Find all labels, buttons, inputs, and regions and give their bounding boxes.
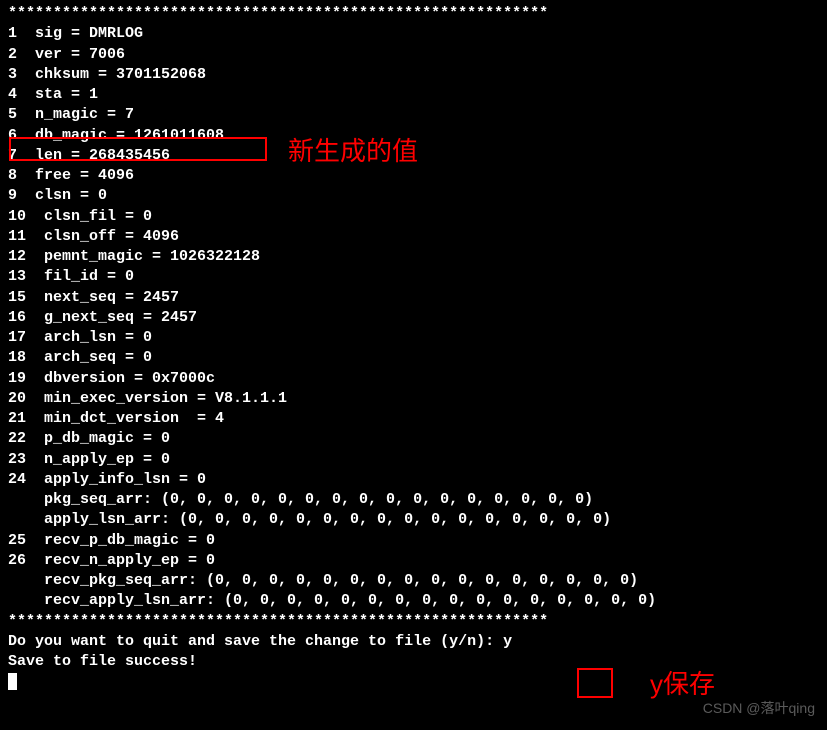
watermark: CSDN @落叶qing (703, 699, 815, 718)
prompt-answer[interactable]: y (503, 633, 512, 650)
separator-top: ****************************************… (8, 4, 819, 24)
output-line: 25 recv_p_db_magic = 0 (8, 531, 819, 551)
output-line: 24 apply_info_lsn = 0 (8, 470, 819, 490)
separator-bottom: ****************************************… (8, 612, 819, 632)
annotation-save: y保存 (650, 667, 715, 702)
output-line: 26 recv_n_apply_ep = 0 (8, 551, 819, 571)
output-line: 20 min_exec_version = V8.1.1.1 (8, 389, 819, 409)
output-line: 10 clsn_fil = 0 (8, 207, 819, 227)
output-line: 19 dbversion = 0x7000c (8, 369, 819, 389)
output-line: 17 arch_lsn = 0 (8, 328, 819, 348)
output-line: 22 p_db_magic = 0 (8, 429, 819, 449)
output-line: 3 chksum = 3701152068 (8, 65, 819, 85)
output-line: apply_lsn_arr: (0, 0, 0, 0, 0, 0, 0, 0, … (8, 510, 819, 530)
output-line: recv_apply_lsn_arr: (0, 0, 0, 0, 0, 0, 0… (8, 591, 819, 611)
prompt-line[interactable]: Do you want to quit and save the change … (8, 632, 819, 652)
output-line: 4 sta = 1 (8, 85, 819, 105)
output-line: 18 arch_seq = 0 (8, 348, 819, 368)
output-line: 13 fil_id = 0 (8, 267, 819, 287)
output-line: recv_pkg_seq_arr: (0, 0, 0, 0, 0, 0, 0, … (8, 571, 819, 591)
output-line: 9 clsn = 0 (8, 186, 819, 206)
cursor-icon (8, 673, 17, 690)
output-line: 2 ver = 7006 (8, 45, 819, 65)
output-line: 16 g_next_seq = 2457 (8, 308, 819, 328)
output-line: 12 pemnt_magic = 1026322128 (8, 247, 819, 267)
output-line: pkg_seq_arr: (0, 0, 0, 0, 0, 0, 0, 0, 0,… (8, 490, 819, 510)
output-line: 15 next_seq = 2457 (8, 288, 819, 308)
output-line: 23 n_apply_ep = 0 (8, 450, 819, 470)
annotation-new-value: 新生成的值 (288, 134, 418, 169)
output-line: 11 clsn_off = 4096 (8, 227, 819, 247)
output-line: 21 min_dct_version = 4 (8, 409, 819, 429)
output-line: 1 sig = DMRLOG (8, 24, 819, 44)
prompt-question: Do you want to quit and save the change … (8, 633, 503, 650)
output-line: 5 n_magic = 7 (8, 105, 819, 125)
